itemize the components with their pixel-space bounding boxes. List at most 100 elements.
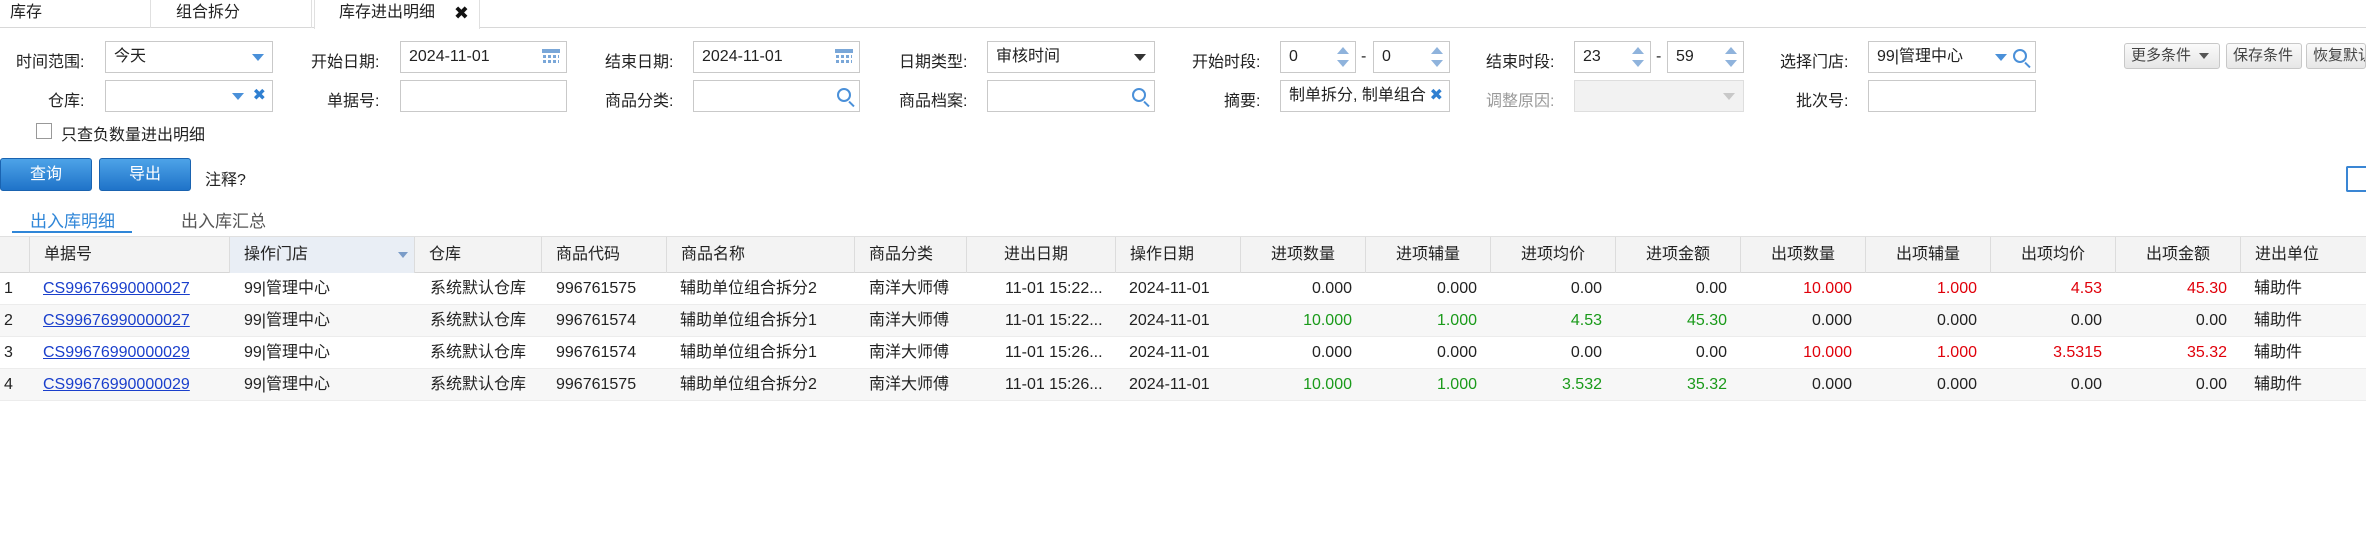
chevron-down-icon bbox=[2199, 53, 2210, 60]
table-row[interactable]: 4 CS99676990000029 99|管理中心 系统默认仓库 996761… bbox=[0, 369, 2366, 401]
col-header-in-aux[interactable]: 进项辅量 bbox=[1366, 237, 1491, 273]
col-header-in-avg[interactable]: 进项均价 bbox=[1491, 237, 1616, 273]
calendar-icon[interactable] bbox=[542, 49, 560, 65]
edit-icon[interactable] bbox=[2346, 166, 2366, 192]
spinner-icon[interactable] bbox=[1431, 45, 1443, 69]
table-row[interactable]: 3 CS99676990000029 99|管理中心 系统默认仓库 996761… bbox=[0, 337, 2366, 369]
op-date-cell: 2024-11-01 bbox=[1129, 376, 1210, 393]
start-date-label: 开始日期: bbox=[311, 54, 380, 71]
col-header-name[interactable]: 商品名称 bbox=[667, 237, 855, 273]
note-link[interactable]: 注释? bbox=[205, 166, 246, 190]
store-select[interactable]: 99|管理中心 bbox=[1868, 41, 2036, 73]
date-type-value: 审核时间 bbox=[996, 48, 1061, 65]
table-row[interactable]: 2 CS99676990000027 99|管理中心 系统默认仓库 996761… bbox=[0, 305, 2366, 337]
category-input[interactable] bbox=[693, 80, 860, 112]
tab-label: 库存 bbox=[10, 4, 43, 21]
spinner-icon[interactable] bbox=[1337, 45, 1349, 69]
close-icon[interactable]: ✖ bbox=[454, 0, 469, 26]
col-header-doc-no[interactable]: 单据号 bbox=[30, 237, 230, 273]
doc-no-link[interactable]: CS99676990000029 bbox=[33, 369, 230, 401]
summary-value: 制单拆分, 制单组合 bbox=[1289, 87, 1426, 104]
table-row[interactable]: 1 CS99676990000027 99|管理中心 系统默认仓库 996761… bbox=[0, 273, 2366, 305]
batch-no-input[interactable] bbox=[1868, 80, 2036, 112]
subtab-io-summary[interactable]: 出入库汇总 bbox=[181, 207, 266, 232]
warehouse-select[interactable]: ✖ bbox=[105, 80, 273, 112]
name-cell: 辅助单位组合拆分2 bbox=[680, 376, 817, 393]
warehouse-cell: 系统默认仓库 bbox=[430, 344, 527, 361]
tab-combo-split[interactable]: 组合拆分 bbox=[152, 0, 312, 28]
active-tab-indicator bbox=[12, 231, 132, 233]
col-header-unit[interactable]: 进出单位 bbox=[2241, 237, 2366, 273]
col-header-store[interactable]: 操作门店 bbox=[230, 237, 415, 273]
calendar-icon[interactable] bbox=[835, 49, 853, 65]
out-aux-cell: 1.000 bbox=[1936, 280, 1977, 297]
query-label: 查询 bbox=[29, 166, 62, 183]
start-hour-stepper[interactable]: 0 bbox=[1280, 41, 1356, 73]
more-conditions-button[interactable]: 更多条件 bbox=[2124, 43, 2220, 69]
product-input[interactable] bbox=[987, 80, 1155, 112]
col-header-out-aux[interactable]: 出项辅量 bbox=[1866, 237, 1991, 273]
end-hour-stepper[interactable]: 23 bbox=[1574, 41, 1651, 73]
spinner-icon[interactable] bbox=[1725, 45, 1737, 69]
sort-down-icon[interactable] bbox=[398, 252, 408, 258]
adjust-reason-select bbox=[1574, 80, 1744, 112]
category-cell: 南洋大师傅 bbox=[869, 344, 950, 361]
io-date-cell: 11-01 15:26... bbox=[1005, 344, 1103, 361]
query-button[interactable]: 查询 bbox=[0, 158, 92, 191]
col-header-code[interactable]: 商品代码 bbox=[542, 237, 667, 273]
start-date-field[interactable]: 2024-11-01 bbox=[400, 41, 567, 73]
subtab-io-detail[interactable]: 出入库明细 bbox=[30, 207, 115, 232]
store-value: 99|管理中心 bbox=[1877, 48, 1963, 65]
search-icon[interactable] bbox=[1132, 88, 1146, 102]
tab-inventory[interactable]: 库存 bbox=[10, 0, 42, 28]
col-header-out-amt[interactable]: 出项金额 bbox=[2116, 237, 2241, 273]
col-header-op-date[interactable]: 操作日期 bbox=[1116, 237, 1241, 273]
col-header-in-amt[interactable]: 进项金额 bbox=[1616, 237, 1741, 273]
col-header-warehouse[interactable]: 仓库 bbox=[415, 237, 542, 273]
restore-default-button[interactable]: 恢复默认 bbox=[2306, 43, 2366, 69]
start-minute-value: 0 bbox=[1382, 48, 1391, 65]
col-header-out-qty[interactable]: 出项数量 bbox=[1741, 237, 1866, 273]
doc-no-label: 单据号: bbox=[327, 93, 380, 110]
start-minute-stepper[interactable]: 0 bbox=[1373, 41, 1450, 73]
store-label: 选择门店: bbox=[1780, 54, 1849, 71]
doc-no-link[interactable]: CS99676990000027 bbox=[33, 273, 230, 305]
clear-icon[interactable]: ✖ bbox=[253, 81, 266, 111]
time-range-select[interactable]: 今天 bbox=[105, 41, 273, 73]
out-avg-cell: 3.5315 bbox=[2053, 344, 2102, 361]
chevron-down-icon bbox=[252, 54, 264, 61]
col-header-io-date[interactable]: 进出日期 bbox=[967, 237, 1116, 273]
save-conditions-button[interactable]: 保存条件 bbox=[2226, 43, 2302, 69]
negative-only-checkbox[interactable] bbox=[36, 123, 52, 139]
end-minute-stepper[interactable]: 59 bbox=[1667, 41, 1744, 73]
row-index: 1 bbox=[4, 280, 13, 297]
store-cell: 99|管理中心 bbox=[244, 280, 330, 297]
start-hour-value: 0 bbox=[1289, 48, 1298, 65]
search-icon[interactable] bbox=[837, 88, 851, 102]
summary-select[interactable]: 制单拆分, 制单组合 ✖ bbox=[1280, 80, 1450, 112]
tab-label: 库存进出明细 bbox=[339, 4, 436, 21]
tab-inventory-io-detail[interactable]: 库存进出明细 ✖ bbox=[314, 0, 480, 29]
end-period-label: 结束时段: bbox=[1486, 54, 1555, 71]
end-date-field[interactable]: 2024-11-01 bbox=[693, 41, 860, 73]
col-header-category[interactable]: 商品分类 bbox=[855, 237, 967, 273]
col-header-in-qty[interactable]: 进项数量 bbox=[1241, 237, 1366, 273]
doc-no-link[interactable]: CS99676990000029 bbox=[33, 337, 230, 369]
product-label: 商品档案: bbox=[899, 93, 968, 110]
col-header-label: 操作门店 bbox=[244, 246, 309, 263]
doc-no-input[interactable] bbox=[400, 80, 567, 112]
category-cell: 南洋大师傅 bbox=[869, 280, 950, 297]
out-amt-cell: 0.00 bbox=[2195, 376, 2227, 393]
clear-icon[interactable]: ✖ bbox=[1425, 81, 1443, 111]
chevron-down-icon bbox=[1995, 54, 2007, 61]
search-icon[interactable] bbox=[2013, 49, 2027, 63]
spinner-icon[interactable] bbox=[1632, 45, 1644, 69]
date-type-select[interactable]: 审核时间 bbox=[987, 41, 1155, 73]
out-amt-cell: 35.32 bbox=[2186, 344, 2227, 361]
row-index: 4 bbox=[4, 376, 13, 393]
doc-no-link[interactable]: CS99676990000027 bbox=[33, 305, 230, 337]
export-button[interactable]: 导出 bbox=[99, 158, 191, 191]
code-cell: 996761575 bbox=[556, 280, 637, 297]
in-avg-cell: 0.00 bbox=[1570, 280, 1602, 297]
col-header-out-avg[interactable]: 出项均价 bbox=[1991, 237, 2116, 273]
